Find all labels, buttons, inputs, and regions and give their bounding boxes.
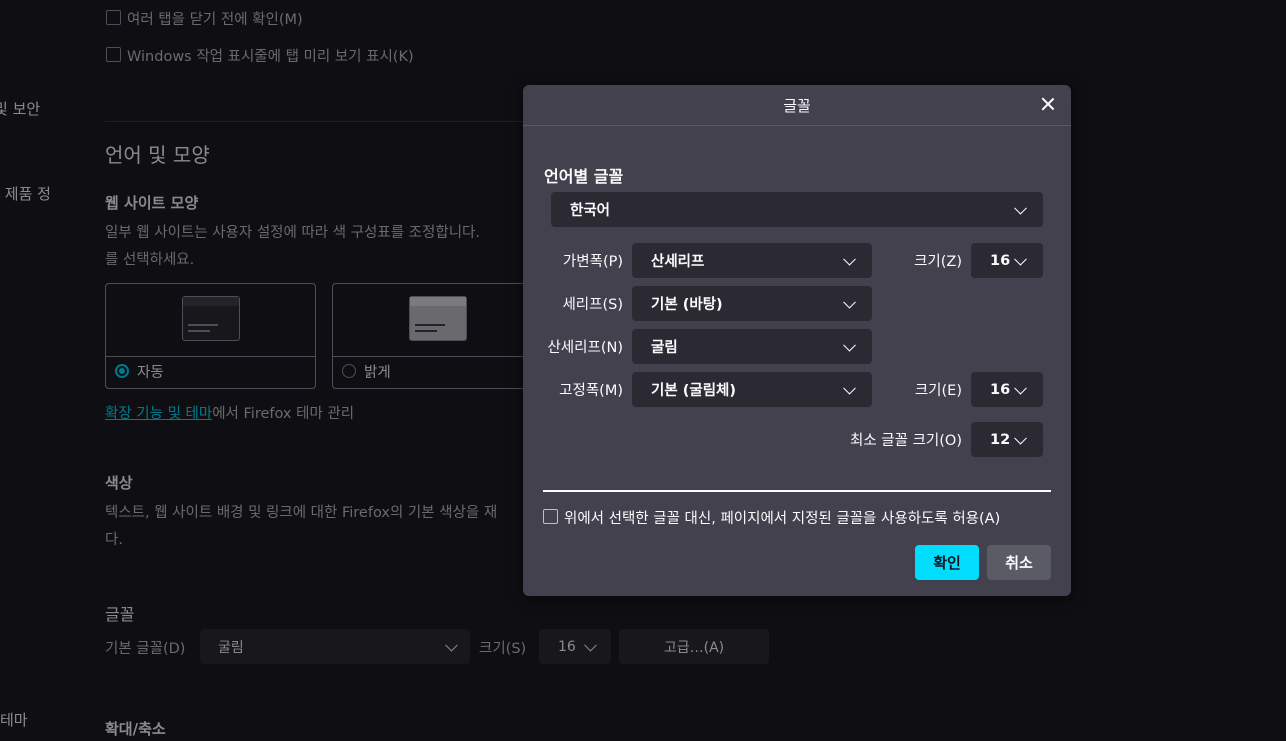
min-font-size-value: 12 — [990, 431, 1011, 448]
monospace-label: 고정폭(M) — [559, 383, 623, 399]
monospace-size-select[interactable]: 16 — [971, 372, 1043, 407]
dialog-header: 글꼴 — [523, 85, 1071, 126]
ok-button[interactable]: 확인 — [915, 545, 979, 580]
fonts-for-language-label: 언어별 글꼴 — [544, 167, 624, 186]
proportional-label: 가변폭(P) — [562, 254, 623, 270]
sans-serif-label: 산세리프(N) — [547, 340, 623, 356]
chevron-down-icon — [1014, 431, 1027, 445]
proportional-size-label: 크기(Z) — [914, 254, 962, 270]
chevron-down-icon — [843, 295, 856, 309]
monospace-size-label: 크기(E) — [914, 383, 962, 399]
chevron-down-icon — [843, 338, 856, 352]
monospace-size-value: 16 — [990, 381, 1011, 398]
fonts-dialog: 글꼴 언어별 글꼴 한국어 가변폭(P) 산세리프 크기(Z) 16 세리프(S… — [523, 85, 1071, 596]
proportional-select[interactable]: 산세리프 — [632, 243, 872, 278]
close-icon[interactable] — [1037, 93, 1059, 115]
sans-serif-select[interactable]: 굴림 — [632, 329, 872, 364]
min-font-size-select[interactable]: 12 — [971, 422, 1043, 457]
serif-label: 세리프(S) — [562, 297, 623, 313]
chevron-down-icon — [843, 381, 856, 395]
allow-page-fonts-checkbox[interactable] — [543, 509, 558, 524]
monospace-value: 기본 (굴림체) — [651, 383, 737, 399]
monospace-select[interactable]: 기본 (굴림체) — [632, 372, 872, 407]
proportional-value: 산세리프 — [651, 254, 705, 270]
serif-select[interactable]: 기본 (바탕) — [632, 286, 872, 321]
serif-value: 기본 (바탕) — [651, 297, 723, 313]
chevron-down-icon — [1014, 381, 1027, 395]
language-value: 한국어 — [570, 203, 611, 219]
chevron-down-icon — [1014, 252, 1027, 266]
cancel-button[interactable]: 취소 — [987, 545, 1051, 580]
chevron-down-icon — [843, 252, 856, 266]
proportional-size-select[interactable]: 16 — [971, 243, 1043, 278]
dialog-divider — [543, 490, 1051, 492]
proportional-size-value: 16 — [990, 252, 1011, 269]
chevron-down-icon — [1014, 201, 1027, 215]
sans-serif-value: 굴림 — [651, 340, 678, 356]
dialog-title: 글꼴 — [783, 97, 811, 115]
allow-page-fonts-label: 위에서 선택한 글꼴 대신, 페이지에서 지정된 글꼴을 사용하도록 허용(A) — [564, 511, 1001, 527]
min-font-size-label: 최소 글꼴 크기(O) — [850, 433, 962, 449]
language-select[interactable]: 한국어 — [551, 192, 1043, 227]
